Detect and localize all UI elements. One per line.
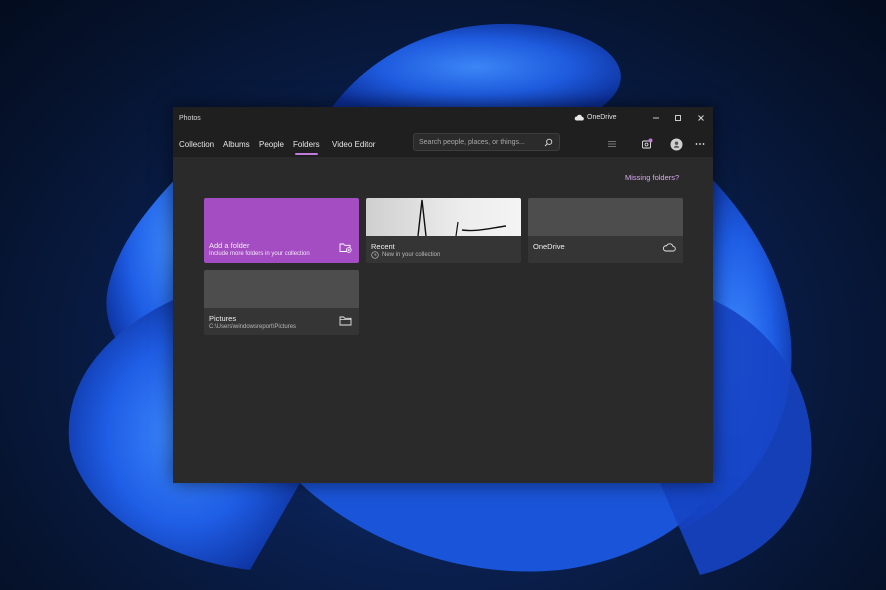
title-bar: Photos OneDrive	[173, 107, 713, 131]
sketch-image	[417, 199, 507, 237]
cloud-icon	[574, 114, 584, 121]
search-box[interactable]: Search people, places, or things...	[413, 133, 560, 151]
tab-video-editor[interactable]: Video Editor	[332, 140, 375, 149]
maximize-icon	[675, 115, 681, 121]
filter-icon	[608, 141, 616, 147]
missing-folders-link[interactable]: Missing folders?	[625, 173, 679, 182]
onedrive-status[interactable]: OneDrive	[574, 114, 617, 121]
search-input[interactable]: Search people, places, or things...	[419, 139, 525, 146]
tab-folders-label: Folders	[293, 140, 320, 149]
search-icon	[544, 138, 553, 147]
close-button[interactable]	[692, 110, 710, 126]
recent-subtitle-row: New in your collection	[371, 251, 440, 259]
tab-collection[interactable]: Collection	[179, 140, 214, 149]
onedrive-status-label: OneDrive	[587, 114, 617, 121]
card-subtitle: Include more folders in your collection	[209, 251, 310, 257]
card-subtitle: C:\Users\windowsreport\Pictures	[209, 324, 297, 330]
add-folder-icon	[339, 243, 352, 253]
import-button[interactable]	[640, 137, 654, 151]
avatar-icon	[670, 138, 682, 150]
pictures-thumbnail	[204, 270, 359, 308]
photos-window: Photos OneDrive Collection Albums People…	[173, 107, 713, 483]
close-icon	[698, 115, 704, 121]
recent-card[interactable]: Recent New in your collection	[366, 198, 521, 263]
onedrive-thumbnail	[528, 198, 683, 236]
minimize-icon	[653, 117, 659, 119]
filter-button[interactable]	[605, 137, 619, 151]
more-options-button[interactable]	[693, 137, 707, 151]
card-footer: OneDrive	[528, 236, 683, 263]
card-title: Pictures	[209, 314, 237, 323]
tab-folders[interactable]: Folders	[293, 140, 320, 155]
pictures-card[interactable]: Pictures C:\Users\windowsreport\Pictures	[204, 270, 359, 335]
nav-bar: Collection Albums People Folders Video E…	[173, 131, 713, 157]
active-tab-indicator	[295, 153, 318, 155]
maximize-button[interactable]	[669, 110, 687, 126]
card-subtitle: New in your collection	[382, 252, 441, 258]
card-title: Add a folder	[209, 241, 250, 250]
onedrive-card[interactable]: OneDrive	[528, 198, 683, 263]
tab-albums[interactable]: Albums	[223, 140, 250, 149]
add-folder-card[interactable]: Add a folder Include more folders in you…	[204, 198, 359, 263]
account-button[interactable]	[669, 137, 683, 151]
import-icon	[642, 138, 653, 149]
card-footer: Pictures C:\Users\windowsreport\Pictures	[204, 308, 359, 335]
app-title: Photos	[179, 115, 201, 122]
tab-people[interactable]: People	[259, 140, 284, 149]
clock-icon	[371, 251, 379, 259]
card-footer: Recent New in your collection	[366, 236, 521, 263]
card-title: OneDrive	[533, 242, 565, 251]
cloud-icon	[662, 243, 676, 252]
minimize-button[interactable]	[647, 110, 665, 126]
card-title: Recent	[371, 242, 395, 251]
more-icon	[695, 143, 705, 145]
folder-icon	[339, 316, 352, 326]
recent-thumbnail	[366, 198, 521, 237]
